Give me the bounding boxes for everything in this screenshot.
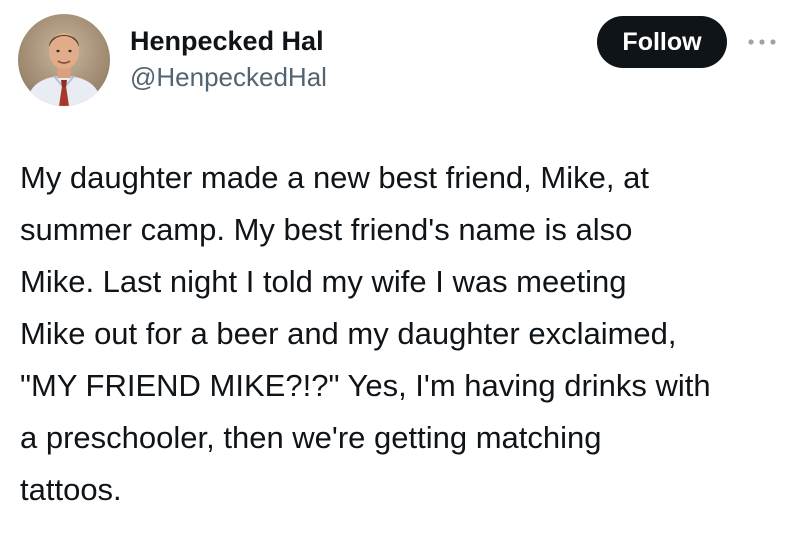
profile-photo-icon xyxy=(18,14,110,106)
tweet-text-line: Mike out for a beer and my daughter excl… xyxy=(20,316,677,351)
tweet-card: Henpecked Hal @HenpeckedHal Follow My da… xyxy=(0,0,800,539)
follow-button[interactable]: Follow xyxy=(597,16,727,68)
tweet-text-line: My daughter made a new best friend, Mike… xyxy=(20,160,649,195)
display-name[interactable]: Henpecked Hal xyxy=(130,24,324,58)
tweet-text-line: Mike. Last night I told my wife I was me… xyxy=(20,264,627,299)
user-handle[interactable]: @HenpeckedHal xyxy=(130,60,327,94)
avatar[interactable] xyxy=(18,14,110,106)
tweet-text-line: a preschooler, then we're getting matchi… xyxy=(20,420,602,455)
tweet-text-line: summer camp. My best friend's name is al… xyxy=(20,212,633,247)
tweet-text-line: "MY FRIEND MIKE?!?" Yes, I'm having drin… xyxy=(20,368,711,403)
tweet-text-line: tattoos. xyxy=(20,472,122,507)
more-options-icon[interactable] xyxy=(747,36,777,48)
tweet-text: My daughter made a new best friend, Mike… xyxy=(20,152,790,516)
